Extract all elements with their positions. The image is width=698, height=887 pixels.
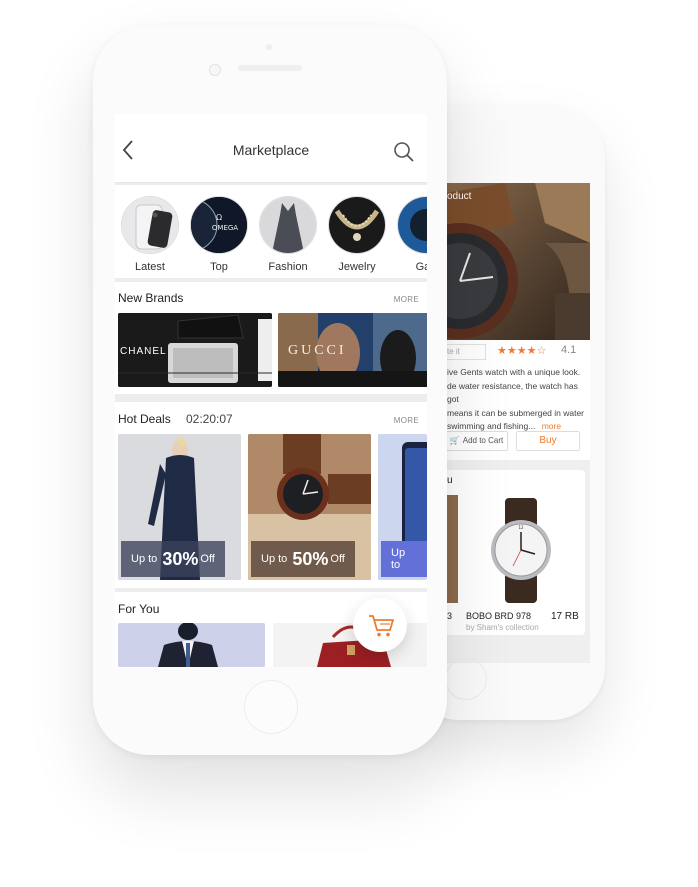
deal-percent: 30% — [162, 548, 199, 569]
marketplace-screen: Marketplace Latest Ω OMEGA Top Fashion J… — [115, 114, 427, 667]
description-line: de water resistance, the watch has got — [447, 380, 578, 405]
star-rating: ★★★★☆ — [497, 345, 547, 357]
deal-prefix: Up to — [391, 547, 406, 571]
brand-card-gucci[interactable]: GUCCI — [278, 313, 427, 387]
deal-card-phone[interactable]: Up to — [378, 434, 427, 580]
hot-deals-section: Hot Deals 02:20:07 MORE Up to 30% Off Up… — [115, 402, 427, 588]
app-header: Marketplace — [115, 114, 427, 183]
more-link[interactable]: MORE — [394, 295, 419, 304]
buy-button[interactable]: Buy — [516, 431, 580, 451]
item-price: 17 RB — [551, 611, 579, 622]
more-link[interactable]: MORE — [394, 416, 419, 425]
gadget-icon — [397, 196, 427, 254]
shopping-cart-icon — [369, 615, 394, 637]
product-info: te it ★★★★☆ 4.1 ive Gents watch with a u… — [445, 340, 590, 460]
category-fashion[interactable]: Fashion — [258, 196, 318, 273]
description-line: swimming and fishing... — [447, 421, 536, 431]
brand-gucci-text: GUCCI — [288, 343, 347, 358]
item-seller: by Sham's collection — [466, 623, 539, 632]
description-line: ive Gents watch with a unique look. — [447, 367, 581, 377]
more-link[interactable]: more — [542, 421, 561, 431]
product-label: oduct — [447, 191, 472, 202]
category-label: Jewelry — [338, 261, 376, 273]
category-jewelry[interactable]: Jewelry — [327, 196, 387, 273]
suggestions-panel: u 12 3 BOBO BRD 978 17 RB by Sham's coll… — [445, 470, 585, 635]
category-label: Latest — [135, 261, 165, 273]
necklace-icon — [328, 196, 386, 254]
search-icon[interactable] — [393, 141, 415, 163]
deal-tag: Up to 30% Off — [121, 541, 225, 577]
category-gadget[interactable]: Gad — [396, 196, 427, 273]
cart-fab-button[interactable] — [353, 598, 407, 652]
page-title: Marketplace — [232, 142, 310, 158]
deal-percent: 50% — [292, 548, 329, 569]
svg-text:12: 12 — [518, 525, 524, 530]
deal-suffix: Off — [200, 553, 215, 565]
deal-card-watch[interactable]: Up to 50% Off — [248, 434, 371, 580]
watch-thumb[interactable]: 12 — [475, 498, 570, 603]
deal-prefix: Up to — [261, 553, 288, 565]
product-detail-screen: oduct te it ★★★★☆ 4.1 ive Gents watch wi… — [445, 183, 590, 663]
deal-tag: Up to — [381, 541, 427, 577]
category-label: Fashion — [268, 261, 308, 273]
back-home-button — [445, 658, 487, 700]
deal-prefix: Up to — [131, 553, 158, 565]
cart-icon: 🛒 — [449, 436, 460, 445]
rating-value: 4.1 — [561, 344, 577, 356]
category-latest[interactable]: Latest — [120, 196, 180, 273]
rate-input[interactable]: te it — [445, 344, 486, 360]
phone-icon — [121, 196, 179, 254]
proximity-sensor — [266, 44, 272, 50]
front-camera — [209, 64, 221, 76]
add-to-cart-button[interactable]: 🛒 Add to Cart — [445, 431, 508, 451]
omega-brand-text: OMEGA — [212, 224, 238, 232]
dress-icon — [259, 196, 317, 254]
home-button — [244, 680, 298, 734]
omega-watch-icon: Ω OMEGA — [190, 196, 248, 254]
for-you-card-suit[interactable] — [118, 623, 265, 667]
item-name: BOBO BRD 978 — [466, 611, 532, 621]
section-title: Hot Deals — [118, 412, 171, 426]
brand-card-chanel[interactable]: CHANEL — [118, 313, 272, 387]
deal-card-coat[interactable]: Up to 30% Off — [118, 434, 241, 580]
section-title: New Brands — [118, 291, 184, 305]
new-brands-section: New Brands MORE CHANEL GUCCI — [115, 282, 427, 394]
svg-text:Ω: Ω — [216, 213, 222, 222]
category-label: Gad — [415, 261, 427, 273]
category-strip: Latest Ω OMEGA Top Fashion Jewelry G — [115, 185, 427, 278]
brand-chanel-text: CHANEL — [120, 346, 167, 357]
deal-suffix: Off — [330, 553, 345, 565]
product-image: oduct — [445, 183, 590, 340]
description-line: means it can be submerged in water — [447, 407, 585, 418]
category-top[interactable]: Ω OMEGA Top — [189, 196, 249, 273]
left-item-price: 3 — [447, 611, 453, 621]
category-label: Top — [210, 261, 228, 273]
deal-tag: Up to 50% Off — [251, 541, 355, 577]
section-title: For You — [118, 602, 160, 616]
countdown-timer: 02:20:07 — [186, 412, 233, 426]
add-to-cart-label: Add to Cart — [462, 436, 504, 445]
earpiece-speaker — [238, 65, 302, 71]
suggestions-title: u — [447, 475, 453, 486]
